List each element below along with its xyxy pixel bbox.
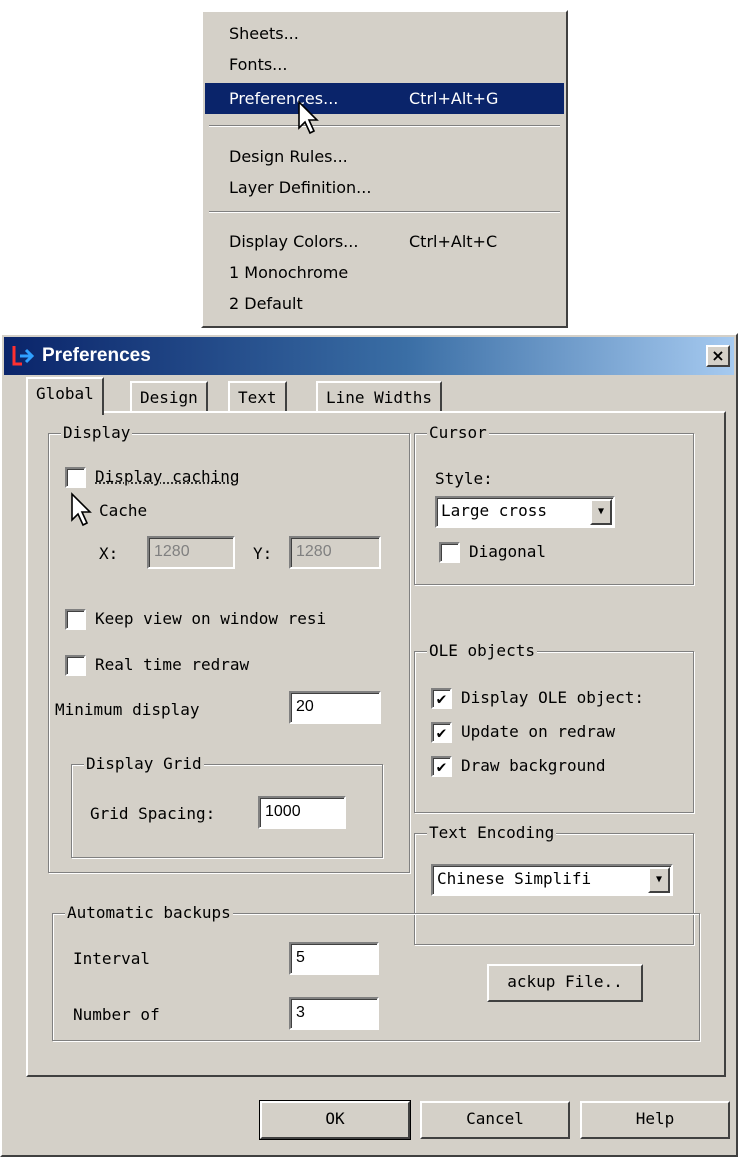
real-time-redraw-label: Real time redraw [95,655,250,674]
display-caching-checkbox[interactable] [65,467,86,488]
menu-separator [209,211,560,213]
menu-item-label: Sheets... [229,24,299,43]
display-group: Display Display caching Cache X: 1280 Y:… [48,423,410,873]
tab-line-widths[interactable]: Line Widths [316,381,442,413]
check-icon: ✔ [436,689,447,708]
text-encoding-value: Chinese Simplifi [437,869,592,888]
minimum-display-input[interactable]: 20 [289,691,381,724]
x-label: X: [99,544,119,563]
menu-item-layer-definition[interactable]: Layer Definition... [205,172,564,203]
diagonal-label: Diagonal [469,542,547,561]
mouse-pointer-icon [71,492,92,527]
menu-item-display-colors[interactable]: Display Colors... Ctrl+Alt+C [205,226,564,257]
menu-item-preferences[interactable]: Preferences... Ctrl+Alt+G [205,83,564,114]
menu-item-label: 2 Default [229,294,303,313]
ole-objects-group: OLE objects ✔ Display OLE object: ✔ Upda… [414,641,694,813]
cache-y-input[interactable]: 1280 [289,536,381,569]
minimum-display-label: Minimum display [55,700,200,719]
tab-page-global: Display Display caching Cache X: 1280 Y:… [26,411,726,1077]
chevron-down-icon[interactable]: ▼ [648,867,670,893]
title-bar[interactable]: Preferences × [4,337,734,375]
cache-x-input[interactable]: 1280 [147,536,235,569]
display-ole-checkbox[interactable]: ✔ [431,688,452,709]
number-of-label: Number of [73,1005,160,1024]
style-label: Style: [435,469,493,488]
menu-item-monochrome[interactable]: 1 Monochrome [205,257,564,288]
group-label: Cursor [427,423,489,443]
check-icon: ✔ [436,757,447,776]
group-label: Display [61,423,133,443]
menu-item-label: Display Colors... [229,232,359,251]
dialog-title: Preferences [42,345,151,366]
menu-item-label: Fonts... [229,55,288,74]
cursor-style-value: Large cross [441,501,547,520]
interval-input[interactable]: 5 [289,942,379,975]
y-label: Y: [253,544,273,563]
draw-background-label: Draw background [461,756,606,775]
update-on-redraw-label: Update on redraw [461,722,616,741]
interval-label: Interval [73,949,151,968]
menu-item-shortcut: Ctrl+Alt+G [409,89,499,108]
group-label: Automatic backups [65,903,233,923]
tab-text[interactable]: Text [228,381,287,413]
app-icon [12,346,35,366]
keep-view-label: Keep view on window resi [95,609,327,628]
menu-item-shortcut: Ctrl+Alt+C [409,232,498,251]
keep-view-checkbox[interactable] [65,609,86,630]
update-on-redraw-checkbox[interactable]: ✔ [431,722,452,743]
automatic-backups-group: Automatic backups Interval 5 Number of 3… [52,903,700,1041]
help-button[interactable]: Help [580,1101,730,1139]
display-caching-label: Display caching [95,467,240,486]
context-menu: Sheets... Fonts... Preferences... Ctrl+A… [201,10,568,328]
cache-label: Cache [99,501,148,520]
menu-item-label: Design Rules... [229,147,348,166]
menu-item-label: 1 Monochrome [229,263,349,282]
grid-spacing-input[interactable]: 1000 [258,796,346,829]
menu-item-sheets[interactable]: Sheets... [205,18,564,49]
group-label: Text Encoding [427,823,557,843]
cancel-button[interactable]: Cancel [420,1101,570,1139]
backup-file-button[interactable]: ackup File.. [487,964,643,1002]
preferences-dialog: Preferences × Global Design Text Line Wi… [0,333,738,1157]
tab-global[interactable]: Global [26,377,104,415]
draw-background-checkbox[interactable]: ✔ [431,756,452,777]
chevron-down-icon[interactable]: ▼ [590,499,612,525]
menu-separator [209,125,560,127]
tab-design[interactable]: Design [130,381,208,413]
cursor-style-select[interactable]: Large cross ▼ [435,496,615,528]
check-icon: ✔ [436,723,447,742]
menu-item-fonts[interactable]: Fonts... [205,49,564,80]
close-button[interactable]: × [706,345,730,367]
diagonal-checkbox[interactable] [439,542,460,563]
display-ole-label: Display OLE object: [461,688,645,707]
menu-item-label: Layer Definition... [229,178,372,197]
display-grid-group: Display Grid Grid Spacing: 1000 [71,754,383,858]
mouse-pointer-icon [298,100,319,135]
menu-item-design-rules[interactable]: Design Rules... [205,141,564,172]
cursor-group: Cursor Style: Large cross ▼ Diagonal [414,423,694,585]
ok-button[interactable]: OK [259,1100,411,1140]
group-label: Display Grid [84,754,204,774]
menu-item-default[interactable]: 2 Default [205,288,564,319]
grid-spacing-label: Grid Spacing: [90,804,216,823]
number-of-input[interactable]: 3 [289,997,379,1030]
text-encoding-select[interactable]: Chinese Simplifi ▼ [431,864,673,896]
group-label: OLE objects [427,641,537,661]
real-time-redraw-checkbox[interactable] [65,655,86,676]
